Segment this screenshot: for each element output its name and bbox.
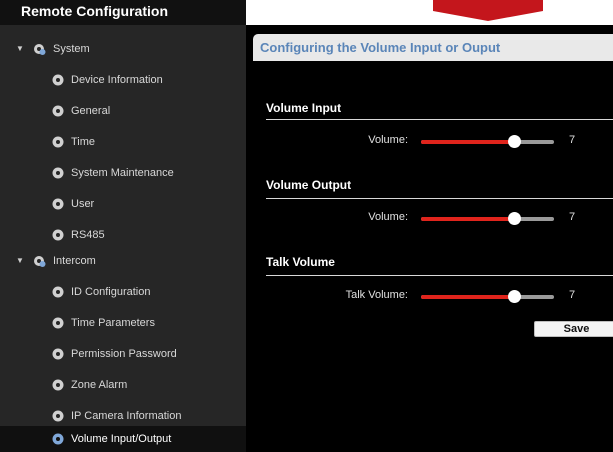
section-title-volume-output: Volume Output bbox=[266, 178, 352, 192]
tree-item-label: Time Parameters bbox=[71, 316, 155, 329]
tree-item-label: General bbox=[71, 104, 111, 117]
expand-caret-icon[interactable]: ▼ bbox=[16, 256, 24, 265]
tree-item-id-configuration[interactable]: ID Configuration bbox=[0, 276, 246, 307]
panel-header: Configuring the Volume Input or Ouput bbox=[253, 34, 613, 61]
tree-item-time[interactable]: Time bbox=[0, 126, 246, 157]
tree-item-label: Device Information bbox=[71, 73, 163, 86]
tree-item-label: IP Camera Information bbox=[71, 409, 182, 422]
tree-item-user[interactable]: User bbox=[0, 188, 246, 219]
slider-fill bbox=[421, 140, 514, 144]
tree-item-zone-alarm[interactable]: Zone Alarm bbox=[0, 369, 246, 400]
gear-icon bbox=[52, 167, 64, 178]
slider-thumb[interactable] bbox=[508, 290, 521, 303]
brand-banner bbox=[433, 0, 543, 11]
volume-output-value: 7 bbox=[569, 211, 576, 223]
gear-icon bbox=[52, 74, 64, 85]
panel-header-title: Configuring the Volume Input or Ouput bbox=[260, 40, 501, 55]
gear-icon bbox=[52, 136, 64, 147]
tree-item-device-information[interactable]: Device Information bbox=[0, 64, 246, 95]
volume-input-label: Volume: bbox=[368, 134, 408, 146]
tree-item-time-parameters[interactable]: Time Parameters bbox=[0, 307, 246, 338]
tree-item-label: Volume Input/Output bbox=[71, 433, 172, 445]
gear-icon bbox=[52, 410, 64, 421]
tree-item-label: ID Configuration bbox=[71, 285, 151, 298]
gear-icon bbox=[52, 229, 64, 240]
slider-fill bbox=[421, 295, 514, 299]
config-tree: ▼ System Device Information General Time… bbox=[0, 25, 246, 452]
gear-icon bbox=[52, 379, 64, 390]
talk-volume-value: 7 bbox=[569, 289, 576, 301]
tree-item-label: Time bbox=[71, 135, 96, 148]
gear-icon bbox=[52, 105, 64, 116]
tree-item-general[interactable]: General bbox=[0, 95, 246, 126]
save-button[interactable]: Save bbox=[534, 321, 613, 337]
tree-item-label: User bbox=[71, 197, 95, 210]
volume-output-label: Volume: bbox=[368, 211, 408, 223]
talk-volume-slider[interactable] bbox=[421, 290, 554, 303]
expand-caret-icon[interactable]: ▼ bbox=[16, 44, 24, 53]
gears-icon bbox=[34, 43, 46, 55]
tree-item-label: RS485 bbox=[71, 228, 105, 241]
tree-item-system-maintenance[interactable]: System Maintenance bbox=[0, 157, 246, 188]
gear-icon bbox=[52, 198, 64, 209]
content-panel bbox=[246, 25, 613, 452]
gear-icon bbox=[52, 286, 64, 297]
tree-group-system[interactable]: ▼ System bbox=[0, 33, 246, 64]
tree-item-permission-password[interactable]: Permission Password bbox=[0, 338, 246, 369]
brand-banner-tip bbox=[433, 11, 543, 21]
tree-item-volume-input-output[interactable]: Volume Input/Output bbox=[0, 426, 246, 452]
tree-group-label: System bbox=[53, 42, 90, 55]
slider-thumb[interactable] bbox=[508, 212, 521, 225]
gear-icon bbox=[52, 317, 64, 328]
tree-item-label: Zone Alarm bbox=[71, 378, 128, 391]
tree-item-label: Permission Password bbox=[71, 347, 177, 360]
tree-group-label: Intercom bbox=[53, 254, 96, 267]
talk-volume-label: Talk Volume: bbox=[345, 289, 408, 301]
volume-input-slider[interactable] bbox=[421, 135, 554, 148]
tree-group-intercom[interactable]: ▼ Intercom bbox=[0, 245, 246, 276]
slider-thumb[interactable] bbox=[508, 135, 521, 148]
gear-icon bbox=[52, 348, 64, 359]
tree-item-label: System Maintenance bbox=[71, 166, 174, 179]
gears-icon bbox=[34, 255, 46, 267]
window-title: Remote Configuration bbox=[21, 3, 168, 19]
volume-input-value: 7 bbox=[569, 134, 576, 146]
title-bar-background: Remote Configuration bbox=[0, 0, 246, 25]
gear-icon bbox=[52, 433, 64, 445]
section-divider bbox=[266, 119, 613, 120]
section-title-talk-volume: Talk Volume bbox=[266, 255, 335, 269]
slider-fill bbox=[421, 217, 514, 221]
title-bar: Remote Configuration bbox=[0, 0, 613, 25]
section-divider bbox=[266, 198, 613, 199]
section-title-volume-input: Volume Input bbox=[266, 101, 342, 115]
section-divider bbox=[266, 275, 613, 276]
volume-output-slider[interactable] bbox=[421, 212, 554, 225]
